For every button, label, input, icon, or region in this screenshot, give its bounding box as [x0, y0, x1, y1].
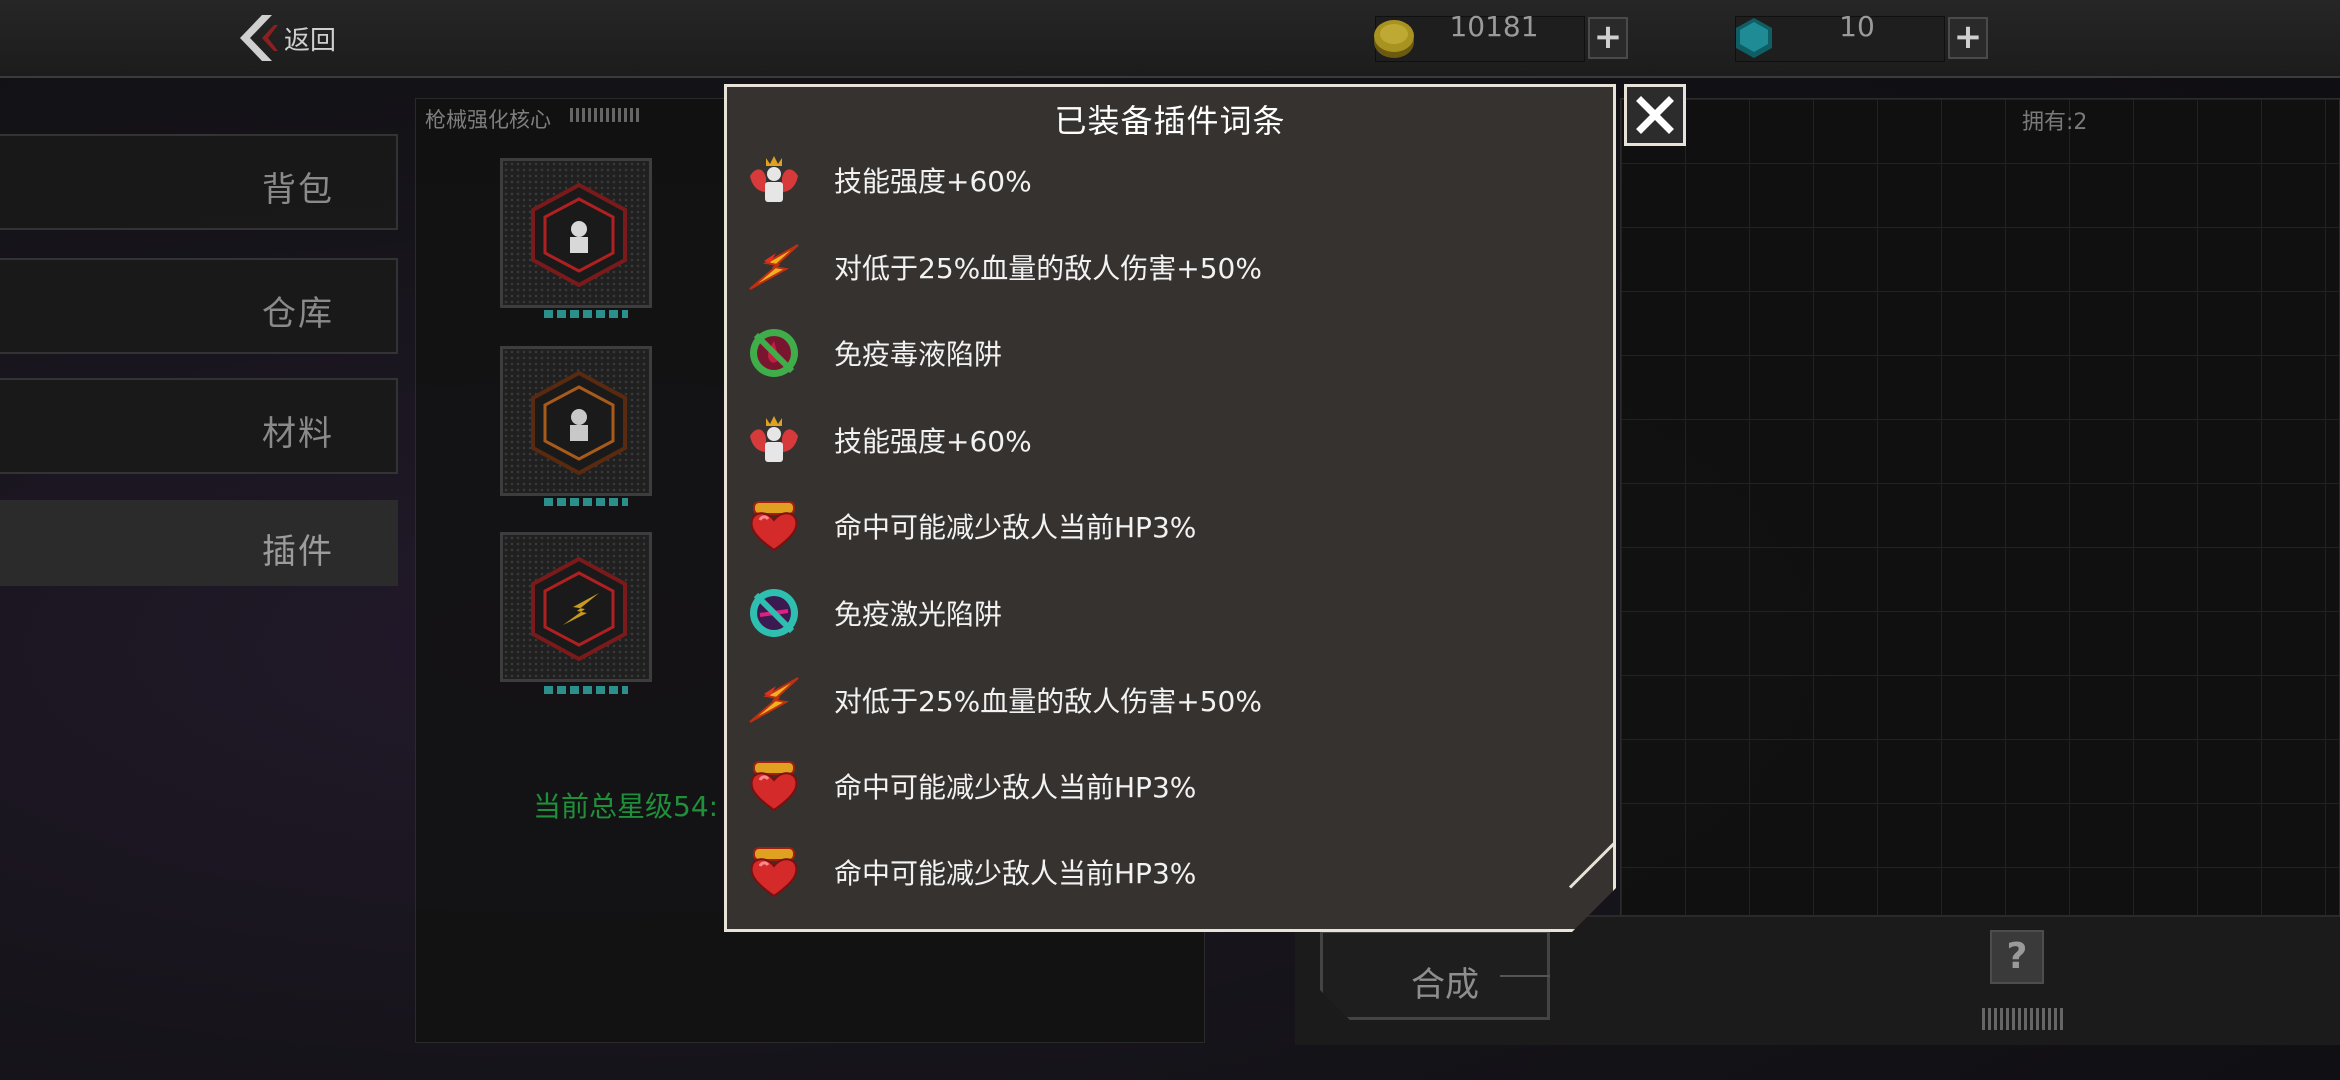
tab-materials-label: 材料	[262, 414, 334, 454]
modal-entry: 对低于25%血量的敌人伤害+50%	[746, 237, 1586, 297]
tab-warehouse-label: 仓库	[262, 294, 334, 334]
modal-entry: 免疫毒液陷阱	[746, 323, 1586, 383]
lightning-strike-icon	[749, 677, 799, 723]
core-barcode	[570, 108, 642, 122]
slot-2-indicator	[544, 498, 628, 506]
gem-add-button[interactable]: +	[1948, 17, 1988, 59]
star-total-label: 当前总星级54:	[533, 790, 719, 823]
footer-barcode	[1982, 1008, 2064, 1030]
plugin-slot-1[interactable]	[500, 158, 652, 308]
lightning-strike-icon	[749, 244, 799, 290]
entry-text: 命中可能减少敌人当前HP3%	[834, 771, 1197, 804]
tab-plugins-label: 插件	[262, 532, 334, 572]
back-button[interactable]: 返回	[232, 12, 372, 64]
modal-entry: 命中可能减少敌人当前HP3%	[746, 496, 1586, 556]
entry-text: 命中可能减少敌人当前HP3%	[834, 857, 1197, 890]
plugin-slot-3[interactable]	[500, 532, 652, 682]
entry-text: 技能强度+60%	[834, 425, 1032, 458]
skill-angel-hex-icon	[531, 371, 627, 475]
close-icon	[1636, 96, 1674, 134]
help-button[interactable]: ?	[1990, 930, 2044, 984]
laser-immune-icon	[750, 589, 798, 637]
gem-value: 10	[1839, 10, 1875, 43]
heart-bullet-icon	[750, 761, 798, 812]
entry-text: 对低于25%血量的敌人伤害+50%	[834, 685, 1262, 718]
skill-angel-icon	[750, 416, 798, 462]
synthesize-label: 合成	[1411, 965, 1479, 1005]
owned-count: 拥有:2	[2022, 110, 2088, 135]
entry-text: 免疫毒液陷阱	[834, 338, 1003, 371]
modal-entry: 技能强度+60%	[746, 410, 1586, 470]
skill-angel-hex-icon	[531, 183, 627, 287]
plugin-slot-2[interactable]	[500, 346, 652, 496]
tab-backpack-label: 背包	[262, 170, 334, 210]
modal-title: 已装备插件词条	[1054, 102, 1286, 140]
back-chevron-icon	[232, 13, 280, 63]
lightning-strike-hex-icon	[531, 557, 627, 661]
modal-entry: 命中可能减少敌人当前HP3%	[746, 756, 1586, 816]
modal-entry: 技能强度+60%	[746, 150, 1586, 210]
gold-add-button[interactable]: +	[1588, 17, 1628, 59]
top-bar: 返回 10181 + 10 +	[0, 0, 2340, 78]
slot-3-indicator	[544, 686, 628, 694]
tab-backpack[interactable]: 背包	[0, 134, 398, 230]
entry-text: 免疫激光陷阱	[834, 598, 1003, 631]
modal-entry: 命中可能减少敌人当前HP3%	[746, 842, 1586, 902]
heart-bullet-icon	[750, 501, 798, 552]
tab-plugins[interactable]: 插件	[0, 500, 398, 586]
close-button[interactable]	[1624, 84, 1686, 146]
tab-warehouse[interactable]: 仓库	[0, 258, 398, 354]
entry-text: 对低于25%血量的敌人伤害+50%	[834, 252, 1262, 285]
modal-entry: 免疫激光陷阱	[746, 583, 1586, 643]
slot-1-indicator	[544, 310, 628, 318]
synthesize-decor-line	[1500, 975, 1550, 977]
plugin-grid-panel	[1620, 98, 2340, 918]
tab-materials[interactable]: 材料	[0, 378, 398, 474]
entry-text: 命中可能减少敌人当前HP3%	[834, 511, 1197, 544]
core-panel-title: 枪械强化核心	[425, 108, 551, 132]
poison-immune-icon	[750, 329, 798, 377]
gold-value: 10181	[1449, 10, 1539, 43]
skill-angel-icon	[750, 156, 798, 202]
modal-entry: 对低于25%血量的敌人伤害+50%	[746, 670, 1586, 730]
entry-text: 技能强度+60%	[834, 165, 1032, 198]
back-label: 返回	[284, 25, 337, 56]
heart-bullet-icon	[750, 847, 798, 898]
